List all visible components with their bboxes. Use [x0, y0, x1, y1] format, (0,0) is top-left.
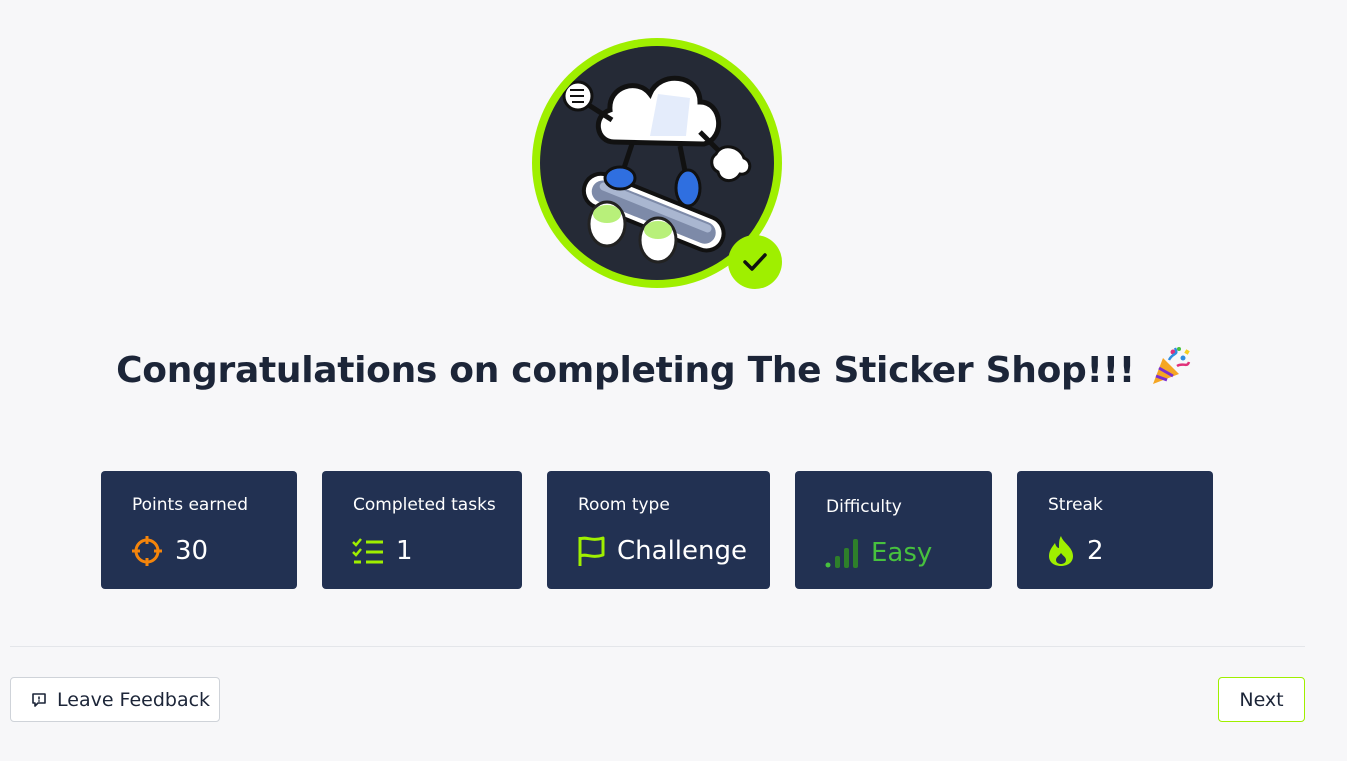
stat-card-difficulty: Difficulty Easy: [795, 471, 992, 589]
crosshair-icon: [132, 536, 162, 566]
leave-feedback-label: Leave Feedback: [57, 688, 211, 711]
message-alert-icon: [32, 692, 46, 707]
completion-title-text: Congratulations on completing The Sticke…: [116, 350, 1135, 391]
room-badge: [532, 38, 782, 289]
stat-label: Points earned: [132, 495, 249, 515]
stat-value: 30: [175, 536, 209, 566]
stat-label: Room type: [578, 495, 670, 515]
next-button[interactable]: Next: [1218, 677, 1305, 722]
signal-bars-icon: [825, 539, 858, 568]
stat-card-points: Points earned 30: [101, 471, 297, 589]
checklist-icon: [352, 538, 383, 564]
next-label: Next: [1239, 688, 1284, 711]
stat-card-room-type: Room type Challenge: [547, 471, 770, 589]
stat-value: Challenge: [617, 536, 747, 566]
flag-icon: [578, 536, 605, 566]
stat-value: 2: [1087, 536, 1104, 566]
stat-value: 1: [396, 536, 413, 566]
completion-title: Congratulations on completing The Sticke…: [0, 346, 1307, 395]
leave-feedback-button[interactable]: Leave Feedback: [10, 677, 220, 722]
flame-icon: [1049, 536, 1073, 566]
stat-card-streak: Streak 2: [1017, 471, 1213, 589]
stat-label: Completed tasks: [353, 495, 496, 515]
party-popper-icon: [1149, 346, 1191, 395]
stat-label: Difficulty: [826, 497, 902, 517]
stat-label: Streak: [1048, 495, 1103, 515]
check-icon: [728, 235, 782, 289]
room-completion-page: Congratulations on completing The Sticke…: [0, 0, 1347, 761]
stat-card-tasks: Completed tasks 1: [322, 471, 522, 589]
divider: [10, 646, 1305, 647]
stat-value: Easy: [871, 538, 933, 568]
